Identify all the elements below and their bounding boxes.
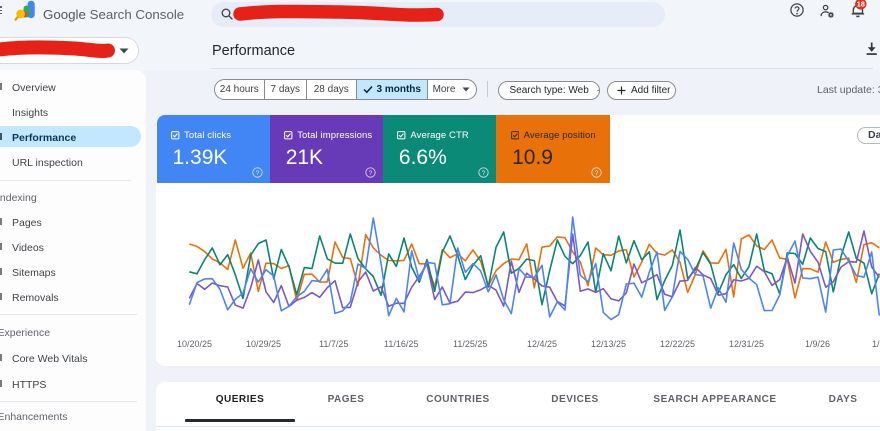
svg-text:?: ? xyxy=(368,170,372,177)
svg-text:18: 18 xyxy=(857,0,865,9)
svg-text:?: ? xyxy=(595,170,599,177)
svg-text:?: ? xyxy=(255,170,259,177)
svg-text:?: ? xyxy=(482,170,486,177)
